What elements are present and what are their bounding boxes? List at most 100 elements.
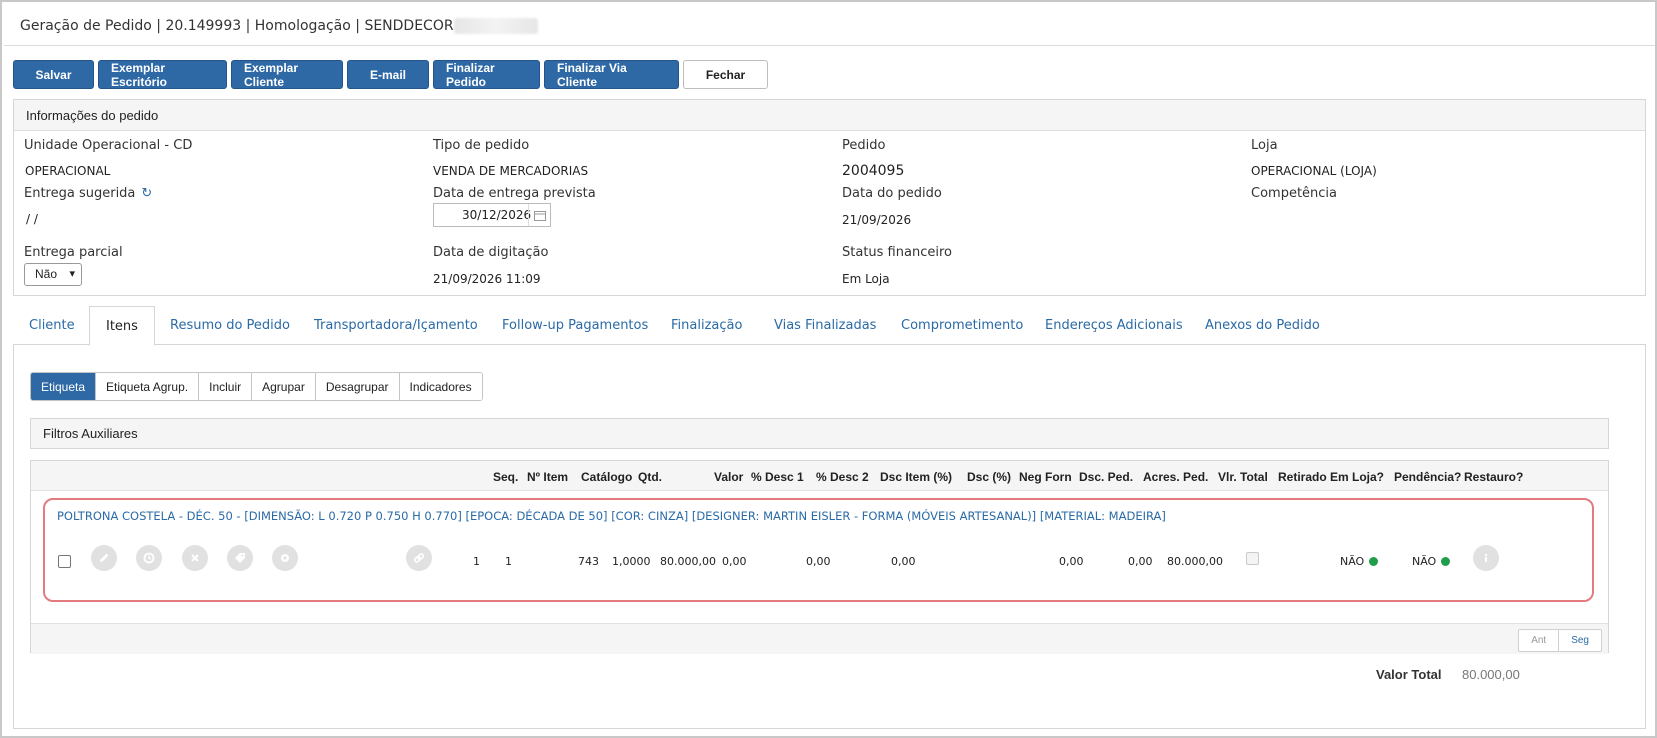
row-select-checkbox[interactable]	[58, 555, 71, 568]
col-neg-forn[interactable]: Neg Forn	[1019, 470, 1072, 484]
data-entrega-input[interactable]: 30/12/2026	[433, 203, 551, 227]
tipo-pedido-label: Tipo de pedido	[433, 138, 530, 153]
col-pendencia[interactable]: Pendência?	[1394, 470, 1461, 484]
cell-desc1: 0,00	[722, 555, 747, 568]
info-icon[interactable]	[1473, 545, 1499, 571]
subtab-desagrupar[interactable]: Desagrupar	[315, 373, 400, 400]
col-qtd[interactable]: Qtd.	[638, 470, 662, 484]
tab-transportadora[interactable]: Transportadora/Içamento	[298, 306, 494, 345]
cell-catalogo: 743	[578, 555, 599, 568]
entrega-sugerida-text: Entrega sugerida	[24, 186, 136, 201]
tab-finalizacao[interactable]: Finalização	[655, 306, 758, 345]
col-restauro[interactable]: Restauro?	[1464, 470, 1523, 484]
total-value: 80.000,00	[1462, 667, 1520, 682]
tab-anexos-pedido[interactable]: Anexos do Pedido	[1189, 306, 1336, 345]
tab-vias-finalizadas[interactable]: Vias Finalizadas	[758, 306, 892, 345]
calendar-icon[interactable]	[528, 204, 550, 226]
grid-header: Seq. Nº Item Catálogo Qtd. Valor % Desc …	[31, 461, 1608, 491]
tab-follow-up-pagamentos[interactable]: Follow-up Pagamentos	[486, 306, 664, 345]
status-dot-icon	[1369, 557, 1379, 566]
auxiliary-filters-header[interactable]: Filtros Auxiliares	[30, 418, 1609, 449]
tab-enderecos-adicionais[interactable]: Endereços Adicionais	[1029, 306, 1199, 345]
client-copy-button[interactable]: Exemplar Cliente	[231, 60, 343, 89]
data-pedido-label: Data do pedido	[842, 186, 942, 201]
col-valor[interactable]: Valor	[714, 470, 743, 484]
status-dot-icon	[1441, 557, 1451, 566]
cell-restauro: NÃO	[1412, 555, 1451, 568]
table-row: POLTRONA COSTELA - DÉC. 50 - [DIMENSÃO: …	[43, 498, 1594, 602]
col-n-item[interactable]: Nº Item	[527, 470, 568, 484]
finalize-via-client-button[interactable]: Finalizar Via Cliente	[544, 60, 679, 89]
email-button[interactable]: E-mail	[347, 60, 429, 89]
col-acres-ped[interactable]: Acres. Ped.	[1143, 470, 1208, 484]
col-desc1[interactable]: % Desc 1	[751, 470, 804, 484]
unidade-label: Unidade Operacional - CD	[24, 138, 193, 153]
tab-comprometimento[interactable]: Comprometimento	[885, 306, 1039, 345]
pedido-value: 2004095	[842, 163, 905, 179]
entrega-sugerida-value: / /	[26, 212, 38, 226]
pager-prev-button[interactable]: Ant	[1519, 630, 1560, 651]
tab-cliente[interactable]: Cliente	[13, 306, 91, 345]
subtab-incluir[interactable]: Incluir	[199, 373, 253, 400]
subtab-etiqueta[interactable]: Etiqueta	[31, 373, 97, 400]
entrega-sugerida-label: Entrega sugerida ↻	[24, 186, 152, 201]
subtab-agrupar[interactable]: Agrupar	[252, 373, 316, 400]
pendencia-text: NÃO	[1340, 555, 1365, 568]
link-icon[interactable]	[406, 545, 432, 571]
col-catalogo[interactable]: Catálogo	[581, 470, 632, 484]
cell-acres-ped: 0,00	[1128, 555, 1153, 568]
unidade-value: OPERACIONAL	[25, 164, 111, 178]
save-button[interactable]: Salvar	[13, 60, 94, 89]
window-title: Geração de Pedido | 20.149993 | Homologa…	[20, 18, 454, 34]
data-pedido-value: 21/09/2026	[842, 213, 912, 227]
office-copy-button[interactable]: Exemplar Escritório	[98, 60, 227, 89]
col-dsc-item[interactable]: Dsc Item (%)	[880, 470, 952, 484]
col-desc2[interactable]: % Desc 2	[816, 470, 869, 484]
subtab-indicadores[interactable]: Indicadores	[399, 373, 482, 400]
order-tabs: Cliente Itens Resumo do Pedido Transport…	[13, 306, 1646, 346]
cell-qtd: 1,0000	[612, 555, 651, 568]
col-dsc-ped[interactable]: Dsc. Ped.	[1079, 470, 1133, 484]
tag-icon[interactable]	[227, 545, 253, 571]
col-seq[interactable]: Seq.	[493, 470, 518, 484]
tab-itens[interactable]: Itens	[89, 306, 155, 346]
items-subtabs: Etiqueta Etiqueta Agrup. Incluir Agrupar…	[30, 372, 483, 401]
redacted-mask	[453, 18, 538, 34]
history-icon[interactable]	[136, 545, 162, 571]
subtab-etiqueta-agrup[interactable]: Etiqueta Agrup.	[96, 373, 200, 400]
restauro-text: NÃO	[1412, 555, 1437, 568]
finalize-order-button[interactable]: Finalizar Pedido	[433, 60, 540, 89]
window-title-bar: Geração de Pedido | 20.149993 | Homologa…	[4, 4, 1655, 46]
total-label: Valor Total	[1376, 667, 1442, 682]
entrega-parcial-label: Entrega parcial	[24, 245, 123, 260]
tab-resumo-pedido[interactable]: Resumo do Pedido	[154, 306, 306, 345]
pager-next-button[interactable]: Seg	[1559, 630, 1601, 651]
action-toolbar: Salvar Exemplar Escritório Exemplar Clie…	[13, 60, 768, 90]
item-description[interactable]: POLTRONA COSTELA - DÉC. 50 - [DIMENSÃO: …	[57, 509, 1166, 523]
status-financeiro-label: Status financeiro	[842, 245, 952, 260]
refresh-icon[interactable]: ↻	[141, 186, 152, 201]
close-button[interactable]: Fechar	[683, 60, 768, 89]
entrega-parcial-value: Não	[35, 267, 58, 281]
col-vlr-total[interactable]: Vlr. Total	[1218, 470, 1268, 484]
edit-icon[interactable]	[91, 545, 117, 571]
grid-footer: Ant Seg	[31, 623, 1608, 654]
loja-value: OPERACIONAL (LOJA)	[1251, 164, 1377, 178]
col-retirado-em-loja[interactable]: Retirado Em Loja?	[1278, 470, 1384, 484]
order-info-panel: Informações do pedido	[13, 99, 1646, 296]
pager: Ant Seg	[1518, 629, 1602, 652]
gear-icon[interactable]	[272, 545, 298, 571]
entrega-parcial-select[interactable]: Não ▾	[24, 263, 82, 286]
cell-desc2: 0,00	[806, 555, 831, 568]
tipo-pedido-value: VENDA DE MERCADORIAS	[433, 164, 589, 178]
cell-dsc-item: 0,00	[891, 555, 916, 568]
cell-dsc-ped: 0,00	[1059, 555, 1084, 568]
cell-valor: 80.000,00	[660, 555, 716, 568]
status-financeiro-value: Em Loja	[842, 272, 890, 286]
remove-icon[interactable]	[182, 545, 208, 571]
pedido-label: Pedido	[842, 138, 886, 153]
retirado-em-loja-checkbox	[1246, 552, 1259, 565]
data-entrega-value: 30/12/2026	[462, 208, 532, 222]
col-dsc[interactable]: Dsc (%)	[967, 470, 1011, 484]
data-digitacao-value: 21/09/2026 11:09	[433, 272, 541, 286]
